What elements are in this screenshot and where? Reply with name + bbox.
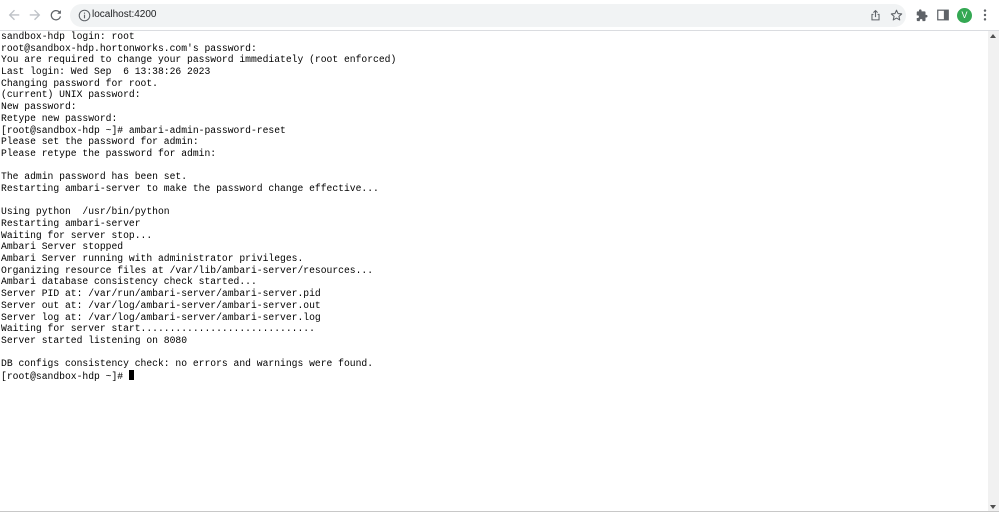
terminal-line: Restarting ambari-server — [1, 218, 141, 229]
vertical-scrollbar[interactable] — [988, 31, 999, 512]
terminal-line: Using python /usr/bin/python — [1, 206, 170, 218]
reload-icon — [50, 9, 62, 21]
arrow-right-icon — [29, 9, 41, 21]
url-text[interactable]: localhost:4200 — [92, 8, 157, 22]
side-panel-icon[interactable] — [936, 8, 950, 22]
terminal-lines: sandbox-hdp login: root root@sandbox-hdp.… — [0, 31, 988, 382]
puzzle-icon[interactable] — [915, 8, 929, 22]
terminal-line: DB configs consistency check: no errors … — [1, 358, 374, 370]
terminal-line: (current) UNIX password: — [1, 89, 141, 101]
terminal-line: Organizing resource files at /var/lib/am… — [1, 264, 374, 276]
terminal-line: root@sandbox-hdp.hortonworks.com's passw… — [1, 42, 257, 54]
terminal-line: Waiting for server stop... — [1, 229, 153, 241]
profile-avatar[interactable]: V — [957, 8, 972, 23]
terminal-line: Waiting for server start................… — [1, 323, 315, 335]
address-bar[interactable]: localhost:4200 — [70, 4, 906, 27]
terminal-line: Retype new password: — [1, 112, 118, 124]
terminal-line: Server PID at: /var/run/ambari-server/am… — [1, 288, 321, 300]
kebab-menu-icon[interactable] — [978, 8, 992, 22]
terminal-line: Server started listening on 8080 — [1, 334, 188, 346]
terminal-prompt-line[interactable]: [root@sandbox-hdp ~]# — [1, 369, 988, 382]
terminal-output[interactable]: sandbox-hdp login: root root@sandbox-hdp.… — [0, 31, 988, 512]
terminal-line: sandbox-hdp login: root — [1, 31, 135, 42]
back-button[interactable] — [5, 6, 23, 24]
forward-button[interactable] — [26, 6, 44, 24]
scroll-up-icon[interactable] — [990, 34, 996, 38]
terminal-line: Server log at: /var/log/ambari-server/am… — [1, 311, 321, 323]
terminal-line: You are required to change your password… — [1, 54, 397, 66]
info-icon[interactable] — [78, 9, 91, 22]
terminal-line: New password: — [1, 101, 77, 113]
terminal-cursor — [128, 369, 134, 380]
star-icon[interactable] — [890, 9, 903, 22]
browser-toolbar: localhost:4200 V — [0, 0, 999, 31]
reload-button[interactable] — [47, 6, 65, 24]
terminal-line: Please set the password for admin: — [1, 136, 199, 148]
terminal-line: Please retype the password for admin: — [1, 147, 217, 159]
terminal-line: [root@sandbox-hdp ~]# ambari-admin-passw… — [1, 124, 286, 136]
terminal-line: The admin password has been set. — [1, 171, 188, 183]
terminal-line: Ambari database consistency check starte… — [1, 276, 257, 288]
scroll-down-icon[interactable] — [990, 505, 996, 509]
terminal-line: Restarting ambari-server to make the pas… — [1, 182, 379, 194]
arrow-left-icon — [8, 9, 20, 21]
terminal-line: Last login: Wed Sep 6 13:38:26 2023 — [1, 66, 211, 78]
terminal-line: Server out at: /var/log/ambari-server/am… — [1, 299, 321, 311]
terminal-line: Ambari Server running with administrator… — [1, 253, 304, 265]
share-icon[interactable] — [869, 9, 882, 22]
terminal-line: Ambari Server stopped — [1, 241, 124, 253]
terminal-prompt: [root@sandbox-hdp ~]# — [1, 370, 129, 382]
terminal-line: Changing password for root. — [1, 77, 158, 89]
